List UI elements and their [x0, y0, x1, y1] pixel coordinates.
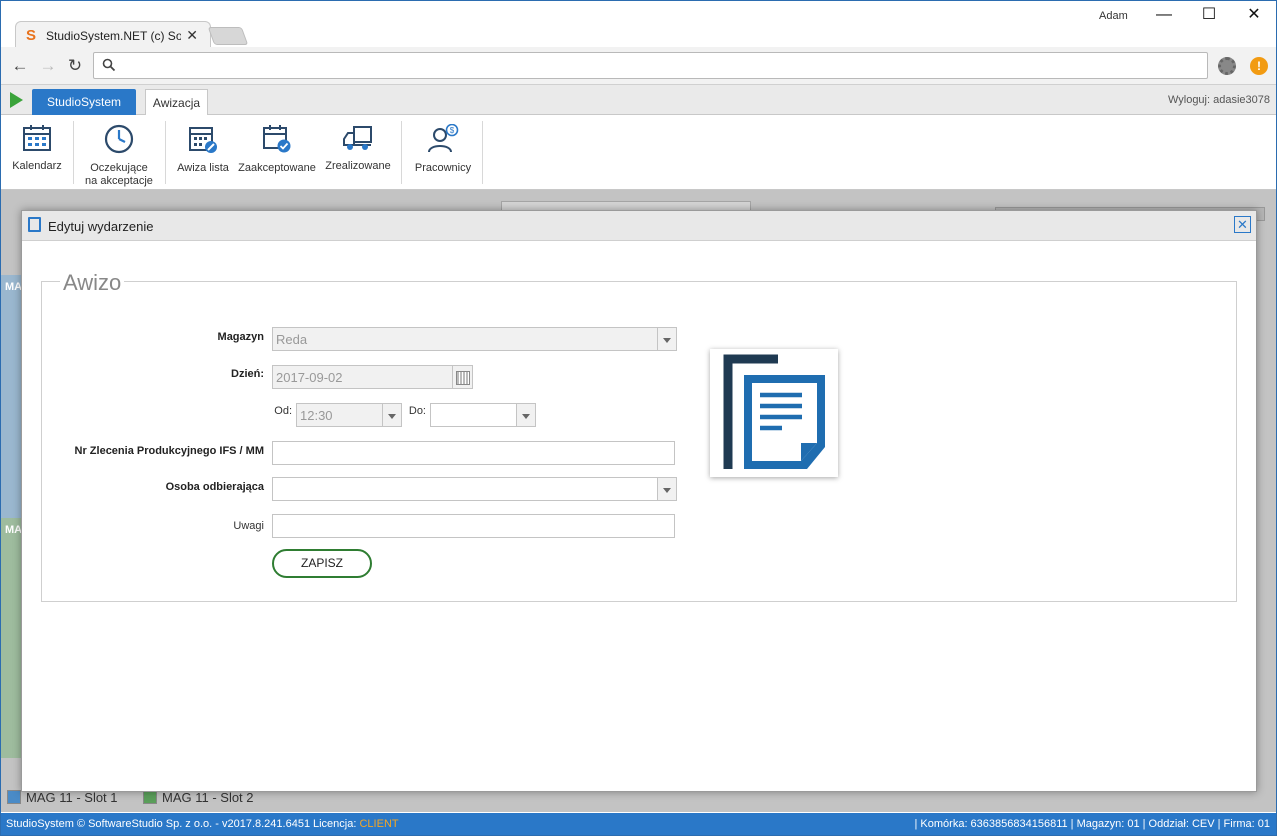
ribbon-button-zrealizowane[interactable]: Zrealizowane — [323, 115, 393, 190]
reload-icon[interactable]: ↻ — [65, 56, 85, 76]
ribbon-divider — [401, 121, 402, 184]
ribbon-button-kalendarz[interactable]: Kalendarz — [7, 115, 67, 190]
magazyn-value: Reda — [276, 332, 308, 347]
ribbon-label: Zrealizowane — [325, 160, 391, 172]
dzien-value: 2017-09-02 — [276, 370, 343, 385]
new-tab-button[interactable] — [207, 27, 249, 45]
logout-link[interactable]: Wyloguj: adasie3078 — [1168, 94, 1270, 106]
dzien-date-field[interactable]: 2017-09-02 — [272, 365, 473, 389]
window-user-name: Adam — [1099, 10, 1128, 22]
document-illustration — [710, 349, 838, 477]
save-button[interactable]: ZAPISZ — [272, 549, 372, 578]
browser-tab-title: StudioSystem.NET (c) Sof — [46, 29, 181, 43]
ribbon-label: Pracownicy — [414, 162, 472, 174]
calendar-check-icon — [263, 125, 291, 153]
window-close-icon[interactable]: ✕ — [1239, 5, 1269, 25]
ribbon-button-oczekujace[interactable]: Oczekujące na akceptacje — [79, 115, 159, 190]
dialog-header: Edytuj wydarzenie ✕ — [22, 211, 1256, 241]
status-license: Licencja: CLIENT — [313, 813, 399, 835]
app-tabs-bar: StudioSystem Awizacja Wyloguj: adasie307… — [1, 85, 1276, 116]
tab-awizacja[interactable]: Awizacja — [145, 89, 208, 116]
svg-text:$: $ — [450, 126, 455, 135]
settings-gear-icon[interactable] — [1218, 57, 1236, 75]
dialog-close-icon[interactable]: ✕ — [1234, 216, 1251, 233]
status-bar: StudioSystem © SoftwareStudio Sp. z o.o.… — [1, 813, 1276, 835]
uwagi-label: Uwagi — [233, 520, 264, 532]
magazyn-label: Magazyn — [217, 331, 264, 343]
ribbon-button-awiza-lista[interactable]: Awiza lista — [173, 115, 233, 190]
calendar-picker-icon[interactable] — [452, 366, 472, 388]
license-label: Licencja: — [313, 818, 357, 830]
browser-titlebar: S StudioSystem.NET (c) Sof ✕ Adam — ☐ ✕ — [1, 1, 1276, 49]
ribbon-label: Awiza lista — [177, 162, 229, 174]
slot-label: MA — [5, 524, 23, 536]
address-bar[interactable] — [93, 52, 1208, 79]
osoba-select[interactable] — [272, 477, 677, 501]
tab-studiosystem[interactable]: StudioSystem — [32, 89, 136, 116]
dzien-label: Dzień: — [231, 368, 264, 380]
legend-item: MAG 11 - Slot 2 — [143, 790, 254, 805]
od-time-select[interactable]: 12:30 — [296, 403, 402, 427]
status-copyright: StudioSystem © SoftwareStudio Sp. z o.o.… — [6, 818, 311, 830]
nr-zlecenia-label: Nr Zlecenia Produkcyjnego IFS / MM — [74, 445, 264, 457]
user-money-icon: $ — [428, 124, 459, 153]
ribbon-divider — [165, 121, 166, 184]
ribbon-divider — [73, 121, 74, 184]
ribbon-label: Zaakceptowane — [238, 162, 316, 174]
chevron-down-icon[interactable] — [657, 478, 676, 500]
ribbon-button-zaakceptowane[interactable]: Zaakceptowane — [237, 115, 317, 190]
chevron-down-icon[interactable] — [516, 404, 535, 426]
back-arrow-icon[interactable]: ← — [10, 56, 30, 76]
legend-swatch — [7, 790, 21, 804]
do-label: Do: — [408, 405, 426, 417]
tab-close-icon[interactable]: ✕ — [186, 27, 198, 44]
slot-column-2: MA — [1, 518, 23, 758]
od-value: 12:30 — [300, 408, 333, 423]
od-label: Od: — [274, 405, 292, 417]
uwagi-input[interactable] — [272, 514, 675, 538]
dialog-title: Edytuj wydarzenie — [48, 219, 154, 234]
status-context: | Komórka: 6363856834156811 | Magazyn: 0… — [914, 818, 1270, 830]
chevron-down-icon[interactable] — [657, 328, 676, 350]
license-value: CLIENT — [359, 818, 399, 830]
browser-toolbar: ← → ↻ ! — [1, 47, 1276, 85]
magazyn-select[interactable]: Reda — [272, 327, 677, 351]
browser-tab[interactable]: S StudioSystem.NET (c) Sof ✕ — [15, 21, 211, 49]
studiosystem-favicon-icon: S — [26, 27, 37, 44]
maximize-icon[interactable]: ☐ — [1194, 5, 1224, 25]
nr-zlecenia-input[interactable] — [272, 441, 675, 465]
do-time-select[interactable] — [430, 403, 536, 427]
edit-event-dialog: Edytuj wydarzenie ✕ Awizo Magazyn Reda D… — [21, 210, 1257, 792]
ribbon-divider — [482, 121, 483, 184]
chevron-down-icon[interactable] — [382, 404, 401, 426]
calendar-icon — [23, 125, 51, 151]
search-icon — [102, 58, 116, 72]
legend-swatch — [143, 790, 157, 804]
fieldset-legend: Awizo — [60, 270, 125, 296]
document-icon — [723, 354, 825, 469]
document-icon — [28, 217, 41, 232]
clock-icon — [104, 124, 134, 154]
truck-icon — [343, 126, 372, 150]
ribbon-label: Oczekujące na akceptacje — [85, 162, 153, 187]
slot-label: MA — [5, 281, 23, 293]
legend-item: MAG 11 - Slot 1 — [7, 790, 118, 805]
ribbon-label: Kalendarz — [12, 160, 62, 172]
forward-arrow-icon[interactable]: → — [38, 56, 58, 76]
warning-icon[interactable]: ! — [1250, 57, 1268, 75]
osoba-label: Osoba odbierająca — [165, 481, 264, 493]
ribbon-toolbar: Kalendarz Oczekujące na akceptacje Awiza… — [1, 115, 1276, 190]
ribbon-button-pracownicy[interactable]: $ Pracownicy — [409, 115, 477, 190]
play-icon[interactable] — [10, 92, 23, 108]
calendar-edit-icon — [189, 127, 217, 153]
legend-label: MAG 11 - Slot 1 — [26, 790, 118, 805]
minimize-icon[interactable]: — — [1149, 5, 1179, 25]
legend-label: MAG 11 - Slot 2 — [162, 790, 254, 805]
